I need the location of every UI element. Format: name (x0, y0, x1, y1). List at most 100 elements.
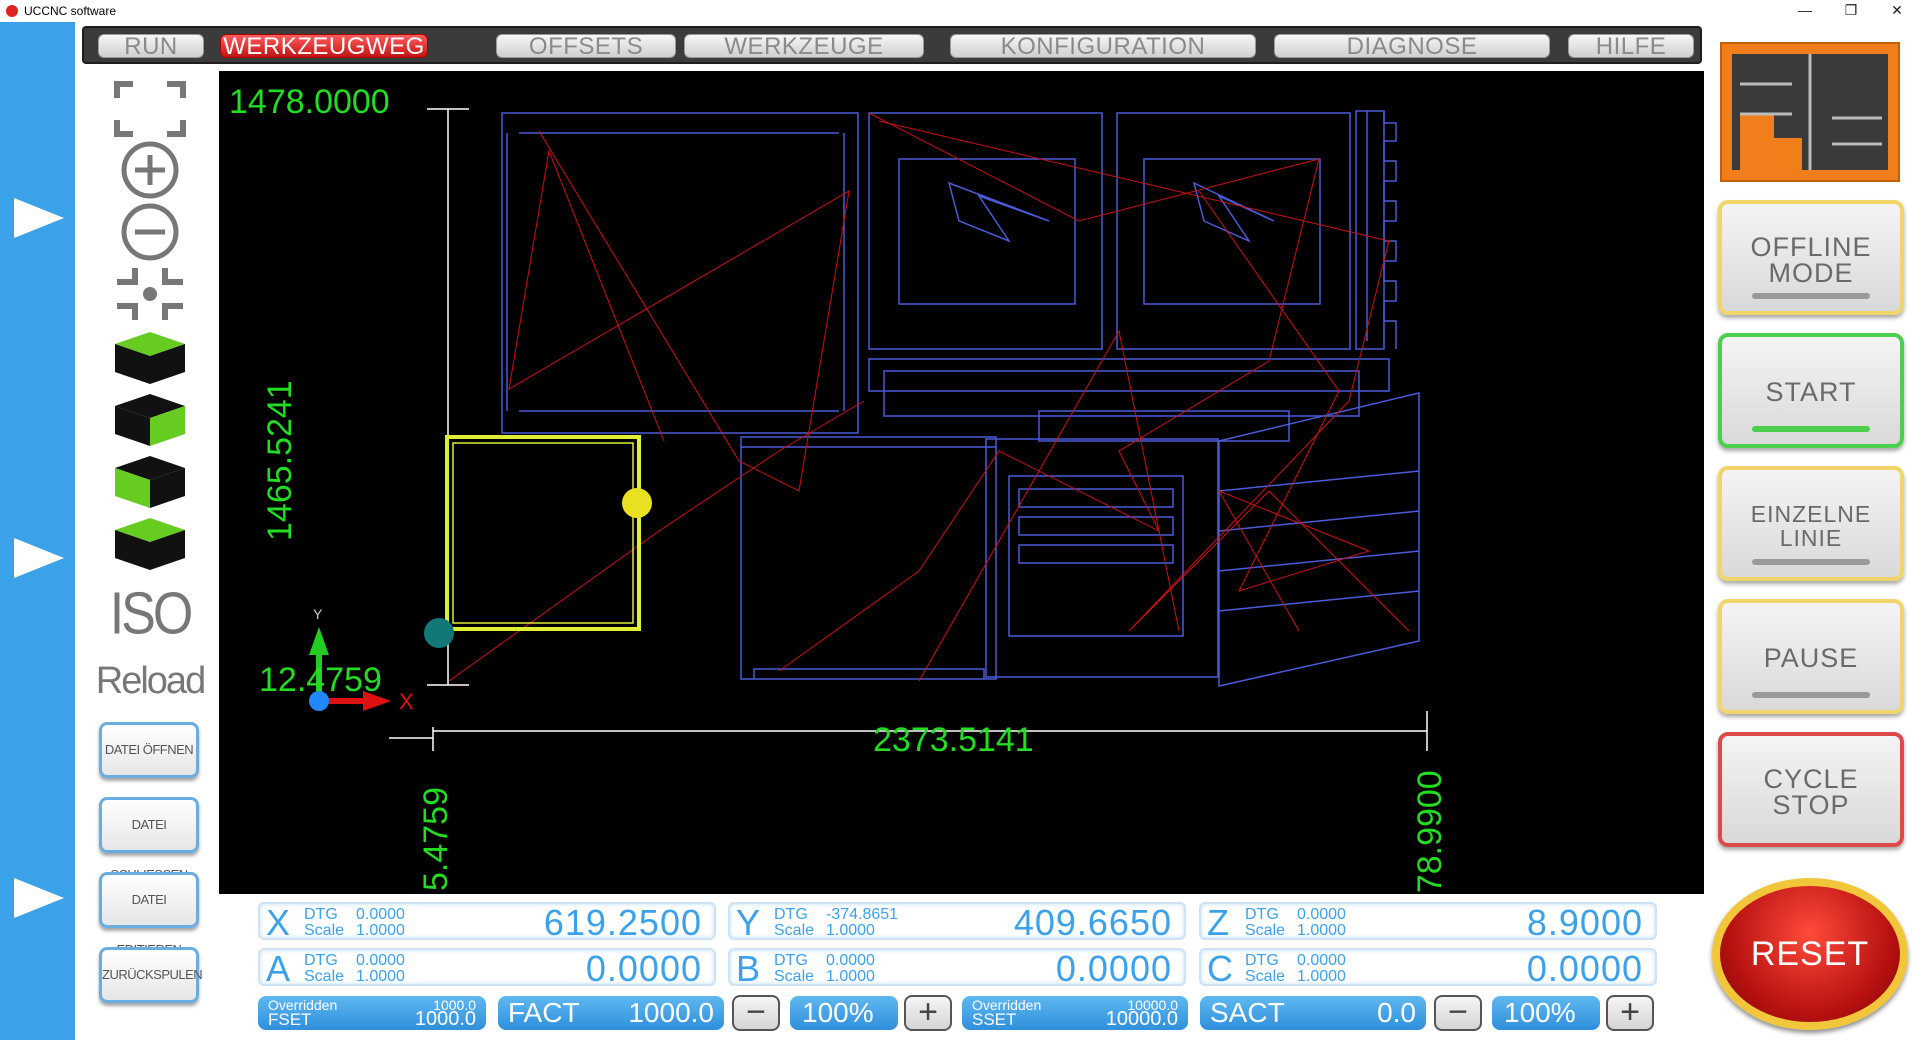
y-axis-label: Y (313, 606, 323, 622)
view-bottom-cube-icon[interactable] (95, 514, 205, 574)
start-button[interactable]: START (1718, 333, 1904, 448)
feed-override-percent[interactable]: 100% (790, 996, 898, 1030)
dro-z-value[interactable]: 8.9000 (1527, 904, 1643, 942)
sset-display[interactable]: Overridden 10000.0 SSET 10000.0 (962, 996, 1188, 1030)
single-line-button[interactable]: EINZELNE LINIE (1718, 466, 1904, 581)
title-bar: UCCNC software — ❐ ✕ (0, 0, 1920, 22)
y-min-dimension: 12.4759 (259, 661, 382, 699)
app-icon (6, 5, 18, 17)
sact-value: 0.0 (1377, 997, 1416, 1028)
tab-konfiguration[interactable]: KONFIGURATION (950, 34, 1256, 59)
spindle-plus-button[interactable]: + (1606, 995, 1654, 1031)
feed-minus-button[interactable]: − (732, 995, 780, 1031)
spindle-percent-value: 100% (1504, 997, 1576, 1028)
dro-y-value[interactable]: 409.6650 (1014, 904, 1172, 942)
zoom-in-icon[interactable] (95, 140, 205, 200)
sset-value: 10000.0 (1105, 1008, 1178, 1030)
dro-meta: DTG -374.8651 Scale 1.0000 (774, 906, 898, 939)
page-arrow-icon[interactable] (14, 878, 64, 918)
dtg-label: DTG (1245, 906, 1279, 923)
tool-position-marker (622, 488, 652, 518)
close-button[interactable]: ✕ (1874, 0, 1920, 22)
minimize-button[interactable]: — (1782, 0, 1828, 22)
scale-value: 1.0000 (1297, 968, 1346, 985)
close-file-button[interactable]: DATEI SCHLIESSEN (99, 797, 199, 882)
dtg-label: DTG (774, 952, 808, 969)
page-arrow-icon[interactable] (14, 538, 64, 578)
dro-z: Z DTG 0.0000 Scale 1.0000 8.9000 (1199, 902, 1657, 942)
x-axis-label: X (399, 689, 414, 714)
dro-meta: DTG 0.0000 Scale 1.0000 (1245, 953, 1349, 985)
scale-value: 1.0000 (826, 968, 875, 985)
view-top-cube-icon[interactable] (95, 328, 205, 388)
fset-value: 1000.0 (414, 1008, 476, 1030)
tab-diagnose[interactable]: DIAGNOSE (1274, 34, 1550, 59)
rewind-button[interactable]: ZURÜCKSPULEN (99, 947, 203, 1003)
single-line-label-1: EINZELNE (1750, 501, 1872, 527)
pause-button[interactable]: PAUSE (1718, 599, 1904, 714)
tab-offsets[interactable]: OFFSETS (496, 34, 676, 59)
scale-value: 1.0000 (826, 922, 875, 939)
open-file-button[interactable]: DATEI ÖFFNEN (99, 722, 199, 778)
dro-b: B DTG 0.0000 Scale 1.0000 0.0000 (728, 948, 1186, 988)
cycle-stop-button[interactable]: CYCLE STOP (1718, 732, 1904, 847)
fset-display[interactable]: Overridden 1000.0 FSET 1000.0 (258, 996, 486, 1030)
dro-meta: DTG 0.0000 Scale 1.0000 (1245, 907, 1349, 939)
scale-label: Scale (774, 922, 815, 939)
dro-b-value[interactable]: 0.0000 (1056, 950, 1172, 988)
offline-mode-button[interactable]: OFFLINE MODE (1718, 200, 1904, 315)
dtg-label: DTG (304, 906, 338, 923)
uccnc-logo-icon (1732, 54, 1888, 170)
scale-label: Scale (1245, 922, 1286, 939)
dro-c-value[interactable]: 0.0000 (1527, 950, 1643, 988)
spindle-minus-button[interactable]: − (1434, 995, 1482, 1031)
selected-part-inner (452, 442, 634, 624)
dtg-value: 0.0000 (1297, 952, 1346, 969)
dtg-value: 0.0000 (356, 906, 405, 923)
tab-werkzeuge[interactable]: WERKZEUGE (684, 34, 924, 59)
reset-button[interactable]: RESET (1712, 878, 1908, 1030)
dro-a: A DTG 0.0000 Scale 1.0000 0.0000 (258, 948, 716, 988)
start-label: START (1765, 377, 1857, 407)
rapid-moves (448, 112, 1410, 682)
sact-label: SACT (1210, 997, 1285, 1028)
feed-plus-button[interactable]: + (904, 995, 952, 1031)
dro-c: C DTG 0.0000 Scale 1.0000 0.0000 (1199, 948, 1657, 988)
x-max-dimension: 2378.9900 (1411, 770, 1449, 894)
zoom-out-icon[interactable] (95, 202, 205, 262)
main-tab-bar: RUN WERKZEUGWEG OFFSETS WERKZEUGE KONFIG… (82, 26, 1702, 64)
page-arrow-icon[interactable] (14, 198, 64, 238)
dro-x-value[interactable]: 619.2500 (544, 904, 702, 942)
scale-value: 1.0000 (356, 968, 405, 985)
tab-werkzeugweg[interactable]: WERKZEUGWEG (220, 34, 428, 59)
tab-run[interactable]: RUN (98, 34, 204, 59)
fullscreen-icon[interactable] (95, 78, 205, 138)
dro-meta: DTG 0.0000 Scale 1.0000 (304, 953, 408, 985)
toolpath-viewport[interactable]: X Y 1478.0000 1465.5241 12.4759 2373.514… (219, 71, 1704, 894)
dtg-value: 0.0000 (826, 952, 875, 969)
dro-a-value[interactable]: 0.0000 (586, 950, 702, 988)
reload-button[interactable]: Reload (95, 660, 206, 703)
center-view-icon[interactable] (95, 264, 205, 324)
offline-mode-indicator (1752, 293, 1870, 299)
pause-label: PAUSE (1763, 643, 1859, 673)
offline-mode-label-2: MODE (1768, 258, 1854, 288)
dtg-label: DTG (1245, 952, 1279, 969)
fact-label: FACT (508, 997, 580, 1028)
x-span-dimension: 2373.5141 (873, 721, 1034, 759)
restore-button[interactable]: ❐ (1828, 0, 1874, 22)
dtg-value: 0.0000 (356, 952, 405, 969)
x-min-dimension: 5.4759 (417, 787, 455, 891)
scale-label: Scale (304, 922, 345, 939)
sact-display: SACT 0.0 (1200, 996, 1426, 1030)
view-front-cube-icon[interactable] (95, 390, 205, 450)
view-side-cube-icon[interactable] (95, 452, 205, 512)
dtg-label: DTG (774, 906, 808, 923)
dro-axis-label: Y (736, 902, 761, 943)
feed-percent-value: 100% (802, 997, 874, 1028)
dro-meta: DTG 0.0000 Scale 1.0000 (304, 907, 408, 939)
iso-view-button[interactable]: ISO (95, 580, 205, 649)
spindle-override-percent[interactable]: 100% (1492, 996, 1600, 1030)
edit-file-button[interactable]: DATEI EDITIEREN (99, 872, 199, 957)
tab-hilfe[interactable]: HILFE (1568, 34, 1694, 59)
